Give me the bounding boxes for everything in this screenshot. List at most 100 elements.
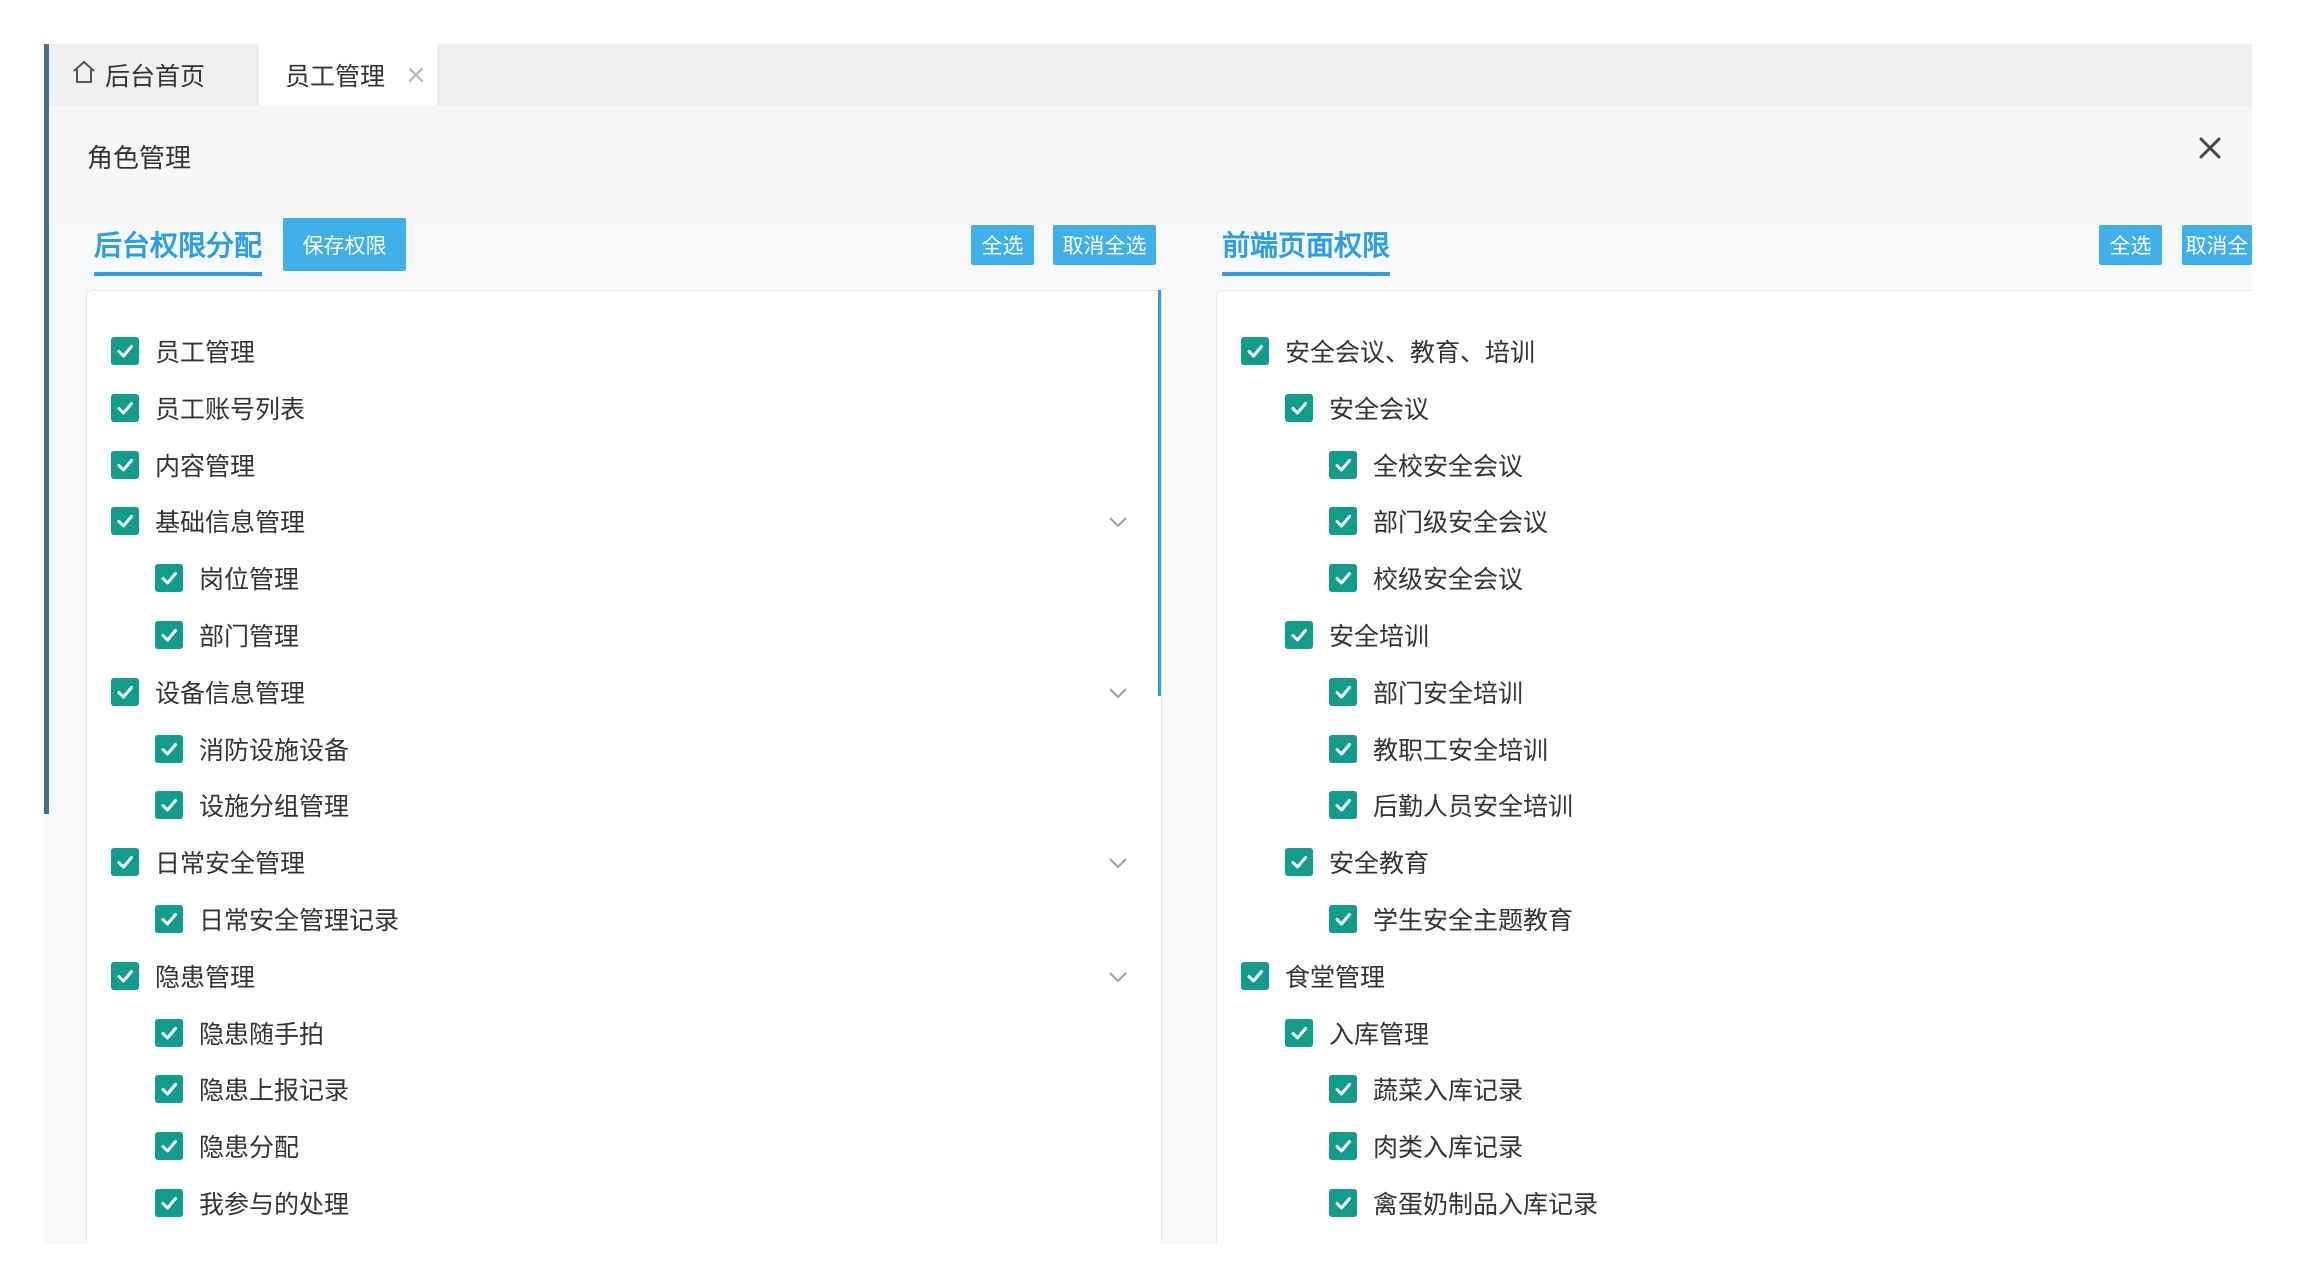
checkbox-checked-icon[interactable] <box>155 905 183 933</box>
tree-node-label: 肉类入库记录 <box>1373 1133 1524 1163</box>
tree-node-label: 基础信息管理 <box>155 508 306 538</box>
tree-node[interactable]: 岗位管理 <box>87 550 1161 606</box>
chevron-down-icon[interactable] <box>1107 966 1129 988</box>
tree-node-label: 设备信息管理 <box>155 678 306 708</box>
checkbox-checked-icon[interactable] <box>111 848 139 877</box>
save-permissions-button[interactable]: 保存权限 <box>283 218 406 271</box>
left-deselect-all-button[interactable]: 取消全选 <box>1053 225 1156 265</box>
tree-node-label: 食堂管理 <box>1285 962 1386 992</box>
tree-node-label: 教职工安全培训 <box>1373 735 1549 765</box>
checkbox-checked-icon[interactable] <box>1329 450 1357 479</box>
tree-node[interactable]: 基础信息管理 <box>87 493 1161 549</box>
checkbox-checked-icon[interactable] <box>1285 848 1313 877</box>
tree-node[interactable]: 安全培训 <box>1217 607 2252 663</box>
tree-node[interactable]: 教职工安全培训 <box>1217 721 2252 777</box>
chevron-down-icon[interactable] <box>1107 682 1129 704</box>
checkbox-checked-icon[interactable] <box>1285 621 1313 649</box>
checkbox-checked-icon[interactable] <box>155 1189 183 1217</box>
checkbox-checked-icon[interactable] <box>1285 1018 1313 1047</box>
tree-node-label: 安全会议、教育、培训 <box>1285 338 1536 367</box>
tree-node[interactable]: 安全教育 <box>1217 834 2252 890</box>
checkbox-checked-icon[interactable] <box>111 677 139 706</box>
tree-node-label: 隐患管理 <box>155 962 256 992</box>
scrollbar[interactable] <box>1158 290 1161 696</box>
tree-node[interactable]: 入库管理 <box>1217 1005 2252 1061</box>
tree-node[interactable]: 设施分组管理 <box>87 777 1161 833</box>
chevron-down-icon[interactable] <box>1107 852 1129 874</box>
checkbox-checked-icon[interactable] <box>1329 1189 1357 1217</box>
tree-node-label: 后勤人员安全培训 <box>1373 792 1574 822</box>
tree-node[interactable]: 日常安全管理记录 <box>87 891 1161 947</box>
tree-node[interactable]: 员工账号列表 <box>87 380 1161 436</box>
checkbox-checked-icon[interactable] <box>1329 905 1357 933</box>
tree-node-label: 蔬菜入库记录 <box>1373 1076 1524 1106</box>
tree-node[interactable]: 肉类入库记录 <box>1217 1118 2252 1174</box>
tree-node[interactable]: 后勤人员安全培训 <box>1217 777 2252 833</box>
checkbox-checked-icon[interactable] <box>111 450 139 479</box>
app-frame: 后台首页 员工管理 × 角色管理 后台权限分配 保存权限 全选 取消全选 前端页… <box>44 44 2252 1244</box>
tree-node-label: 消防设施设备 <box>199 735 350 765</box>
checkbox-checked-icon[interactable] <box>1329 1132 1357 1161</box>
checkbox-checked-icon[interactable] <box>111 961 139 990</box>
checkbox-checked-icon[interactable] <box>155 1018 183 1047</box>
tree-node[interactable]: 禽蛋奶制品入库记录 <box>1217 1175 2252 1231</box>
tree-node[interactable]: 全校安全会议 <box>1217 437 2252 493</box>
tree-node[interactable]: 校级安全会议 <box>1217 550 2252 606</box>
tree-node-label: 隐患分配 <box>199 1133 300 1163</box>
checkbox-checked-icon[interactable] <box>1329 734 1357 763</box>
tree-node-label: 岗位管理 <box>199 565 300 595</box>
right-select-all-button[interactable]: 全选 <box>2099 225 2162 265</box>
tree-node-label: 部门安全培训 <box>1373 678 1524 708</box>
checkbox-checked-icon[interactable] <box>1329 1075 1357 1104</box>
checkbox-checked-icon[interactable] <box>1329 791 1357 820</box>
close-tab-icon[interactable]: × <box>405 60 427 90</box>
tree-node[interactable]: 学生安全主题教育 <box>1217 891 2252 947</box>
tree-node[interactable]: 内容管理 <box>87 437 1161 493</box>
checkbox-checked-icon[interactable] <box>155 734 183 763</box>
left-select-all-button[interactable]: 全选 <box>971 225 1034 265</box>
tree-node[interactable]: 隐患随手拍 <box>87 1005 1161 1061</box>
tree-node[interactable]: 食堂管理 <box>1217 948 2252 1004</box>
tab-employee-management[interactable]: 员工管理 × <box>259 44 437 106</box>
chevron-down-icon[interactable] <box>1107 511 1129 533</box>
checkbox-checked-icon[interactable] <box>1329 677 1357 706</box>
close-icon[interactable] <box>2190 128 2230 168</box>
checkbox-checked-icon[interactable] <box>155 621 183 649</box>
tab-home[interactable]: 后台首页 <box>71 44 205 106</box>
tree-node[interactable]: 蔬菜入库记录 <box>1217 1061 2252 1117</box>
tree-node-label: 全校安全会议 <box>1373 451 1524 481</box>
checkbox-checked-icon[interactable] <box>111 507 139 536</box>
tree-node[interactable]: 安全会议 <box>1217 380 2252 436</box>
tree-node-label: 入库管理 <box>1329 1019 1430 1049</box>
checkbox-checked-icon[interactable] <box>111 337 139 365</box>
checkbox-checked-icon[interactable] <box>155 1075 183 1104</box>
tree-node[interactable]: 设备信息管理 <box>87 664 1161 720</box>
tree-node[interactable]: 隐患分配 <box>87 1118 1161 1174</box>
tree-node-label: 部门管理 <box>199 622 300 651</box>
checkbox-checked-icon[interactable] <box>1329 564 1357 593</box>
tree-node[interactable]: 日常安全管理 <box>87 834 1161 890</box>
tree-node[interactable]: 部门安全培训 <box>1217 664 2252 720</box>
checkbox-checked-icon[interactable] <box>1241 337 1269 365</box>
checkbox-checked-icon[interactable] <box>155 1132 183 1161</box>
checkbox-checked-icon[interactable] <box>1285 393 1313 422</box>
tree-node[interactable]: 部门级安全会议 <box>1217 493 2252 549</box>
right-deselect-all-button[interactable]: 取消全 <box>2182 225 2252 265</box>
tree-node[interactable]: 安全会议、教育、培训 <box>1217 323 2252 379</box>
tree-node[interactable]: 消防设施设备 <box>87 721 1161 777</box>
tree-node-label: 日常安全管理记录 <box>199 906 400 935</box>
tree-node[interactable]: 部门管理 <box>87 607 1161 663</box>
checkbox-checked-icon[interactable] <box>1329 507 1357 536</box>
checkbox-checked-icon[interactable] <box>111 393 139 422</box>
tree-node[interactable]: 隐患管理 <box>87 948 1161 1004</box>
tree-node-label: 学生安全主题教育 <box>1373 906 1574 935</box>
tree-node[interactable]: 我参与的处理 <box>87 1175 1161 1231</box>
tree-node-label: 安全教育 <box>1329 849 1430 879</box>
tree-node[interactable]: 隐患上报记录 <box>87 1061 1161 1117</box>
tree-node-label: 部门级安全会议 <box>1373 508 1549 538</box>
tree-node-label: 安全会议 <box>1329 394 1430 424</box>
checkbox-checked-icon[interactable] <box>155 564 183 593</box>
tree-node[interactable]: 员工管理 <box>87 323 1161 379</box>
checkbox-checked-icon[interactable] <box>155 791 183 820</box>
checkbox-checked-icon[interactable] <box>1241 961 1269 990</box>
